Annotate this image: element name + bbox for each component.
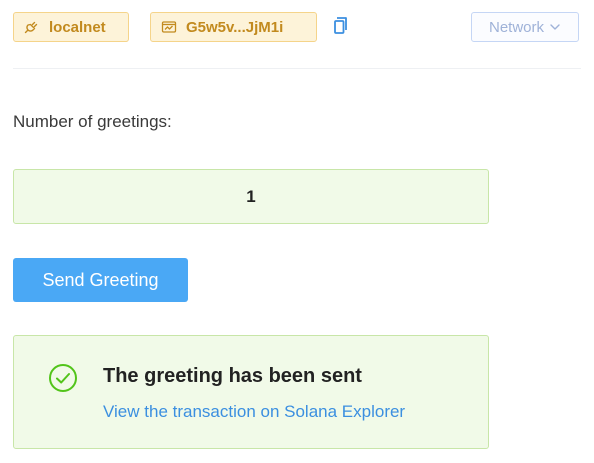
- network-select-label: Network: [488, 18, 544, 36]
- chevron-down-icon: [549, 21, 561, 33]
- send-greeting-button[interactable]: Send Greeting: [13, 258, 188, 302]
- solana-explorer-link[interactable]: View the transaction on Solana Explorer: [103, 402, 405, 422]
- success-alert: The greeting has been sent View the tran…: [13, 335, 489, 449]
- network-tag: localnet: [13, 12, 129, 42]
- alert-title: The greeting has been sent: [103, 365, 362, 387]
- wallet-icon: [161, 19, 177, 35]
- greetings-label: Number of greetings:: [13, 112, 172, 131]
- wallet-address-label: G5w5v...JjM1i: [186, 18, 284, 36]
- plug-icon: [24, 19, 40, 35]
- copy-icon[interactable]: [333, 15, 349, 37]
- network-tag-label: localnet: [49, 18, 106, 36]
- check-circle-icon: [48, 363, 78, 393]
- page: localnet G5w5v...JjM1i Network Number of…: [0, 0, 594, 463]
- network-select[interactable]: Network: [471, 12, 579, 42]
- wallet-address-tag: G5w5v...JjM1i: [150, 12, 317, 42]
- header: localnet G5w5v...JjM1i Network: [13, 12, 581, 44]
- greetings-count: 1: [246, 186, 256, 206]
- greetings-count-box: 1: [13, 169, 489, 224]
- header-divider: [13, 68, 581, 69]
